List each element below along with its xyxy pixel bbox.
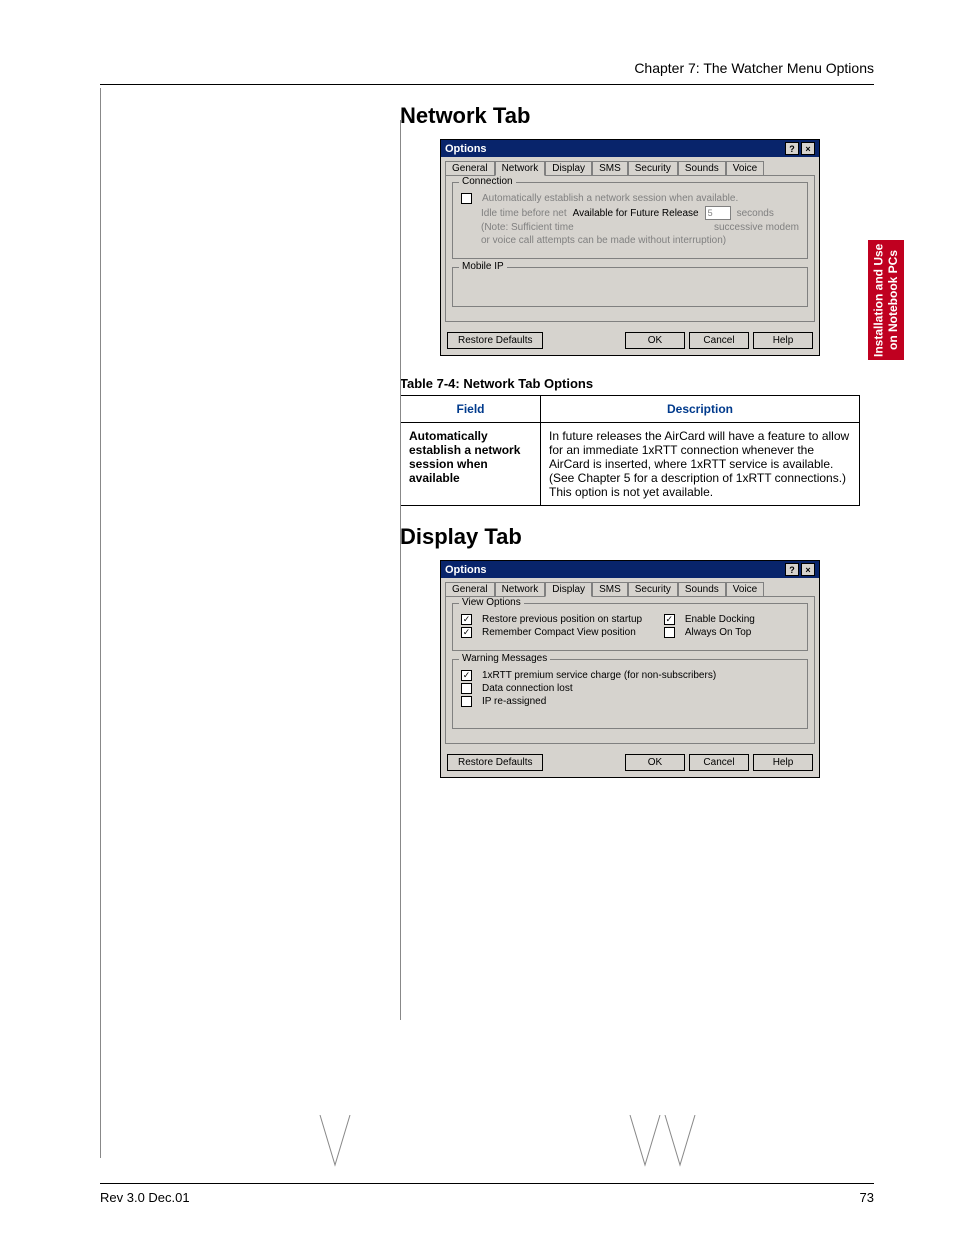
table-header-description: Description: [541, 396, 860, 423]
cancel-button[interactable]: Cancel: [689, 754, 749, 771]
label-note1: (Note: Sufficient time: [481, 222, 574, 233]
label-note1b: successive modem: [714, 222, 799, 233]
restore-defaults-button[interactable]: Restore Defaults: [447, 332, 543, 349]
label-idle-time: Idle time before net: [481, 208, 567, 219]
tab-network[interactable]: Network: [495, 161, 546, 176]
tab-strip: General Network Display SMS Security Sou…: [441, 578, 819, 596]
checkbox-auto-establish[interactable]: [461, 193, 472, 204]
close-icon[interactable]: ×: [801, 563, 815, 576]
label-remember-compact: Remember Compact View position: [482, 627, 636, 638]
group-label-connection: Connection: [459, 176, 516, 187]
ok-button[interactable]: OK: [625, 754, 685, 771]
options-dialog-network: Options ? × General Network Display SMS …: [440, 139, 820, 356]
group-warning-messages: Warning Messages ✓ 1xRTT premium service…: [452, 659, 808, 729]
label-restore-position: Restore previous position on startup: [482, 614, 642, 625]
dialog-title: Options: [445, 564, 487, 576]
select-seconds[interactable]: 5: [705, 206, 731, 220]
label-enable-docking: Enable Docking: [685, 614, 755, 625]
checkbox-1xrtt-charge[interactable]: ✓: [461, 670, 472, 681]
group-label-mobile-ip: Mobile IP: [459, 261, 507, 272]
group-label-view-options: View Options: [459, 597, 524, 608]
help-button[interactable]: Help: [753, 754, 813, 771]
close-icon[interactable]: ×: [801, 142, 815, 155]
label-data-lost: Data connection lost: [482, 683, 573, 694]
help-button[interactable]: Help: [753, 332, 813, 349]
tab-security[interactable]: Security: [628, 582, 678, 596]
checkbox-enable-docking[interactable]: ✓: [664, 614, 675, 625]
checkbox-data-lost[interactable]: [461, 683, 472, 694]
table-cell-field: Automatically establish a network sessio…: [401, 423, 541, 506]
tab-security[interactable]: Security: [628, 161, 678, 175]
heading-display-tab: Display Tab: [400, 524, 860, 550]
label-future-release: Available for Future Release: [573, 208, 699, 219]
footer-revision: Rev 3.0 Dec.01: [100, 1190, 190, 1205]
tab-display[interactable]: Display: [545, 161, 592, 175]
checkbox-restore-position[interactable]: ✓: [461, 614, 472, 625]
label-always-on-top: Always On Top: [685, 627, 752, 638]
label-auto-establish: Automatically establish a network sessio…: [482, 193, 738, 204]
group-mobile-ip: Mobile IP: [452, 267, 808, 307]
tab-sms[interactable]: SMS: [592, 161, 628, 175]
restore-defaults-button[interactable]: Restore Defaults: [447, 754, 543, 771]
network-tab-options-table: Field Description Automatically establis…: [400, 395, 860, 506]
label-1xrtt-charge: 1xRTT premium service charge (for non-su…: [482, 670, 716, 681]
left-margin-rule: [100, 88, 101, 1158]
side-tab-installation: Installation and Use on Notebook PCs: [868, 240, 904, 360]
binding-marks-icon: [280, 1115, 700, 1185]
checkbox-ip-reassigned[interactable]: [461, 696, 472, 707]
help-icon[interactable]: ?: [785, 563, 799, 576]
table-header-field: Field: [401, 396, 541, 423]
header-rule: [100, 84, 874, 85]
dialog-title: Options: [445, 143, 487, 155]
checkbox-remember-compact[interactable]: ✓: [461, 627, 472, 638]
tab-sounds[interactable]: Sounds: [678, 161, 726, 175]
group-label-warning: Warning Messages: [459, 653, 550, 664]
tab-voice[interactable]: Voice: [726, 161, 764, 175]
checkbox-always-on-top[interactable]: [664, 627, 675, 638]
tab-voice[interactable]: Voice: [726, 582, 764, 596]
heading-network-tab: Network Tab: [400, 103, 860, 129]
footer-page-number: 73: [860, 1190, 874, 1205]
help-icon[interactable]: ?: [785, 142, 799, 155]
tab-general[interactable]: General: [445, 161, 495, 175]
table-cell-description: In future releases the AirCard will have…: [541, 423, 860, 506]
chapter-header: Chapter 7: The Watcher Menu Options: [100, 60, 874, 76]
group-connection: Connection Automatically establish a net…: [452, 182, 808, 259]
tab-display[interactable]: Display: [545, 582, 592, 597]
tab-sms[interactable]: SMS: [592, 582, 628, 596]
tab-network[interactable]: Network: [495, 582, 546, 596]
content-margin-rule: [400, 120, 401, 1020]
label-seconds: seconds: [737, 208, 774, 219]
label-ip-reassigned: IP re-assigned: [482, 696, 546, 707]
cancel-button[interactable]: Cancel: [689, 332, 749, 349]
tab-general[interactable]: General: [445, 582, 495, 596]
tab-sounds[interactable]: Sounds: [678, 582, 726, 596]
ok-button[interactable]: OK: [625, 332, 685, 349]
tab-strip: General Network Display SMS Security Sou…: [441, 157, 819, 175]
group-view-options: View Options ✓ Restore previous position…: [452, 603, 808, 651]
options-dialog-display: Options ? × General Network Display SMS …: [440, 560, 820, 778]
table-caption: Table 7-4: Network Tab Options: [400, 376, 860, 391]
label-note2: or voice call attempts can be made witho…: [481, 235, 726, 246]
